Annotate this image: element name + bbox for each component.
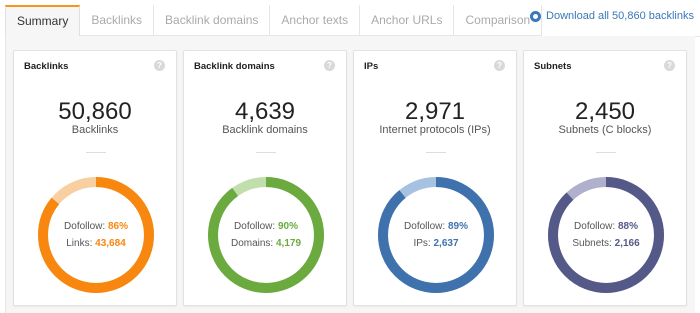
dofollow-label: Dofollow:	[574, 221, 616, 232]
download-all-link[interactable]: Download all 50,860 backlinks	[530, 10, 694, 22]
dofollow-value: 88%	[617, 221, 638, 232]
dofollow-value: 86%	[107, 221, 128, 232]
tabs: Summary Backlinks Backlink domains Ancho…	[5, 5, 543, 37]
count-value: 4,179	[276, 238, 302, 249]
tab-backlink-domains[interactable]: Backlink domains	[154, 5, 271, 36]
donut-legend: Dofollow: 90% Domains: 4,179	[206, 218, 326, 252]
dofollow-label: Dofollow:	[234, 221, 276, 232]
help-icon[interactable]: ?	[324, 60, 335, 71]
count-label: Links:	[66, 238, 93, 249]
help-icon[interactable]: ?	[664, 60, 675, 71]
count-value: 2,166	[614, 238, 640, 249]
divider	[426, 152, 446, 153]
card-subnets: Subnets ? 2,450 Subnets (C blocks) Dofol…	[523, 50, 687, 306]
card-value: 4,639	[234, 98, 296, 125]
divider	[256, 152, 276, 153]
tab-bar: Summary Backlinks Backlink domains Ancho…	[0, 0, 700, 37]
donut-legend: Dofollow: 86% Links: 43,684	[36, 218, 156, 252]
card-subtitle: Internet protocols (IPs)	[379, 124, 491, 136]
download-all-label: Download all 50,860 backlinks	[546, 10, 694, 22]
count-label: Domains:	[230, 238, 274, 249]
dofollow-value: 90%	[277, 221, 298, 232]
tab-backlinks[interactable]: Backlinks	[80, 5, 155, 36]
count-label: IPs:	[413, 238, 431, 249]
card-backlink-domains: Backlink domains ? 4,639 Backlink domain…	[183, 50, 347, 306]
card-value: 50,860	[58, 98, 132, 125]
tab-summary[interactable]: Summary	[5, 5, 81, 37]
donut-chart: Dofollow: 86% Links: 43,684	[36, 175, 156, 295]
donut-legend: Dofollow: 89% IPs: 2,637	[376, 218, 496, 252]
count-label: Subnets:	[572, 238, 612, 249]
divider	[596, 152, 616, 153]
card-subtitle: Backlink domains	[222, 124, 308, 136]
card-title: Backlink domains	[194, 61, 275, 72]
card-value: 2,971	[404, 98, 466, 125]
count-value: 2,637	[433, 238, 459, 249]
card-subtitle: Subnets (C blocks)	[558, 124, 652, 136]
card-title: Subnets	[534, 61, 572, 72]
dofollow-label: Dofollow:	[64, 221, 106, 232]
donut-legend: Dofollow: 88% Subnets: 2,166	[546, 218, 666, 252]
card-ips: IPs ? 2,971 Internet protocols (IPs) Dof…	[353, 50, 517, 306]
dofollow-label: Dofollow:	[404, 221, 446, 232]
donut-chart: Dofollow: 89% IPs: 2,637	[376, 175, 496, 295]
help-icon[interactable]: ?	[494, 60, 505, 71]
donut-chart: Dofollow: 88% Subnets: 2,166	[546, 175, 666, 295]
divider	[86, 152, 106, 153]
card-title: Backlinks	[24, 61, 69, 72]
card-subtitle: Backlinks	[71, 124, 119, 136]
donut-chart: Dofollow: 90% Domains: 4,179	[206, 175, 326, 295]
tab-anchor-urls[interactable]: Anchor URLs	[360, 5, 455, 36]
card-backlinks: Backlinks ? 50,860 Backlinks Dofollow: 8…	[13, 50, 177, 306]
dofollow-value: 89%	[447, 221, 468, 232]
card-title: IPs	[364, 61, 379, 72]
download-icon	[530, 10, 542, 22]
tab-anchor-texts[interactable]: Anchor texts	[270, 5, 361, 36]
count-value: 43,684	[95, 238, 126, 249]
card-value: 2,450	[574, 98, 636, 125]
summary-panel: Backlinks ? 50,860 Backlinks Dofollow: 8…	[5, 36, 695, 313]
help-icon[interactable]: ?	[154, 60, 165, 71]
